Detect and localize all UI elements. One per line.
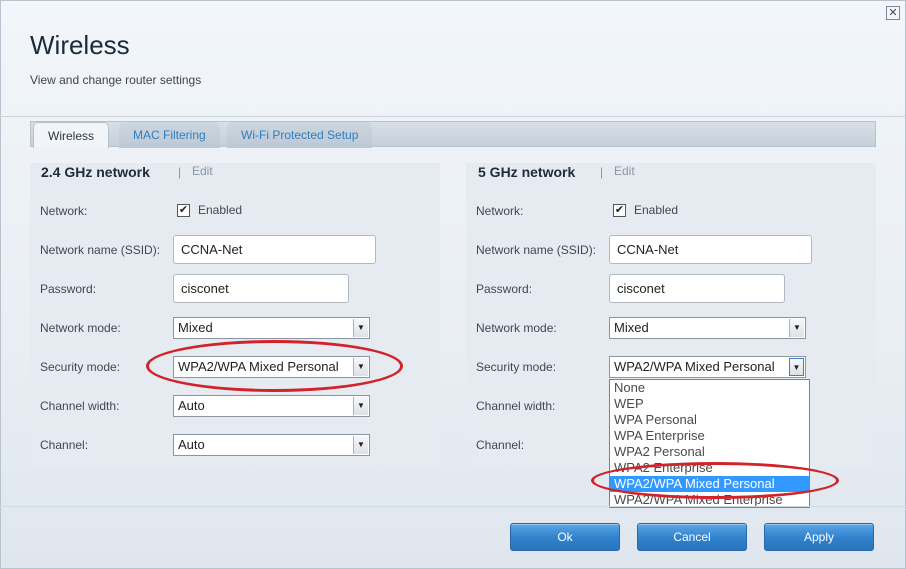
security-option-wep[interactable]: WEP xyxy=(610,396,809,412)
edit-link-2-4ghz[interactable]: Edit xyxy=(192,164,213,178)
channel-label: Channel: xyxy=(476,438,525,452)
annotation-oval xyxy=(591,462,839,499)
password-label: Password: xyxy=(40,282,97,296)
enabled-label: Enabled xyxy=(198,203,243,217)
tab-wireless[interactable]: Wireless xyxy=(33,122,110,148)
enabled-label: Enabled xyxy=(634,203,679,217)
password-input-2-4ghz[interactable]: cisconet xyxy=(173,274,349,303)
channel-width-value: Auto xyxy=(178,398,205,413)
network-mode-label: Network mode: xyxy=(40,321,121,335)
page-title: Wireless xyxy=(30,30,130,60)
channel-width-label: Channel width: xyxy=(40,399,120,413)
network-mode-value: Mixed xyxy=(178,320,213,335)
apply-button[interactable]: Apply xyxy=(764,523,874,551)
password-label: Password: xyxy=(476,282,533,296)
network-label: Network: xyxy=(40,204,88,218)
security-option-wpa-enterprise[interactable]: WPA Enterprise xyxy=(610,428,809,444)
chevron-down-icon[interactable]: ▼ xyxy=(353,397,368,415)
enabled-checkbox-2-4ghz[interactable]: ✔ xyxy=(177,204,190,217)
heading-separator: | xyxy=(600,165,604,179)
channel-value: Auto xyxy=(178,437,205,452)
channel-select-2-4ghz[interactable]: Auto ▼ xyxy=(173,434,370,456)
channel-label: Channel: xyxy=(40,438,89,452)
ssid-label: Network name (SSID): xyxy=(40,243,161,257)
network-mode-label: Network mode: xyxy=(476,321,557,335)
close-icon[interactable]: ✕ xyxy=(886,6,900,20)
enabled-checkbox-5ghz[interactable]: ✔ xyxy=(613,204,626,217)
ok-button[interactable]: Ok xyxy=(510,523,620,551)
page-subtitle: View and change router settings xyxy=(30,73,202,87)
chevron-down-icon[interactable]: ▼ xyxy=(353,436,368,454)
chevron-down-icon[interactable]: ▼ xyxy=(353,319,368,337)
channel-width-label: Channel width: xyxy=(476,399,556,413)
tab-mac-filtering[interactable]: MAC Filtering xyxy=(119,122,220,148)
network-label: Network: xyxy=(476,204,524,218)
security-option-none[interactable]: None xyxy=(610,380,809,396)
cancel-button[interactable]: Cancel xyxy=(637,523,747,551)
ssid-input-5ghz[interactable]: CCNA-Net xyxy=(609,235,812,264)
security-mode-label: Security mode: xyxy=(40,360,121,374)
channel-width-select-2-4ghz[interactable]: Auto ▼ xyxy=(173,395,370,417)
ssid-label: Network name (SSID): xyxy=(476,243,597,257)
network-mode-select-5ghz[interactable]: Mixed ▼ xyxy=(609,317,806,339)
security-option-wpa2-personal[interactable]: WPA2 Personal xyxy=(610,444,809,460)
heading-separator: | xyxy=(178,165,182,179)
network-mode-value: Mixed xyxy=(614,320,649,335)
network-mode-select-2-4ghz[interactable]: Mixed ▼ xyxy=(173,317,370,339)
ssid-input-2-4ghz[interactable]: CCNA-Net xyxy=(173,235,376,264)
panel-heading-2-4ghz: 2.4 GHz network xyxy=(41,164,150,180)
chevron-down-icon[interactable]: ▼ xyxy=(789,358,804,376)
tab-bar: Wireless MAC Filtering Wi-Fi Protected S… xyxy=(30,121,876,148)
password-input-5ghz[interactable]: cisconet xyxy=(609,274,785,303)
security-mode-label: Security mode: xyxy=(476,360,557,374)
edit-link-5ghz[interactable]: Edit xyxy=(614,164,635,178)
tab-wifi-protected-setup[interactable]: Wi-Fi Protected Setup xyxy=(227,122,373,148)
security-option-wpa-personal[interactable]: WPA Personal xyxy=(610,412,809,428)
footer-divider xyxy=(0,506,906,507)
header-divider xyxy=(0,116,906,117)
security-mode-value: WPA2/WPA Mixed Personal xyxy=(614,359,775,374)
annotation-oval xyxy=(146,340,403,392)
panel-heading-5ghz: 5 GHz network xyxy=(478,164,576,180)
security-mode-select-5ghz[interactable]: WPA2/WPA Mixed Personal ▼ xyxy=(609,356,806,378)
chevron-down-icon[interactable]: ▼ xyxy=(789,319,804,337)
